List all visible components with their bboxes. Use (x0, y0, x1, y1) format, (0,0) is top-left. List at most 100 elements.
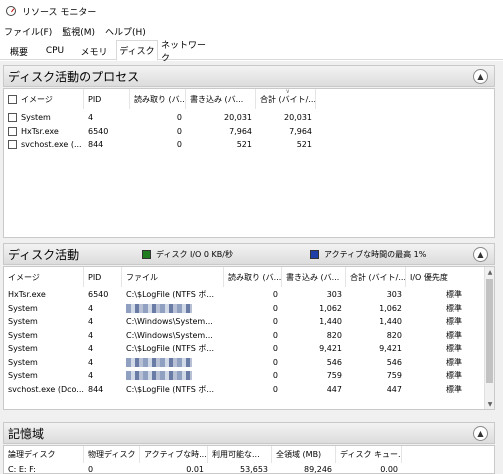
col-total[interactable]: 合計 (バイト/... (346, 267, 406, 287)
scroll-down-icon[interactable]: ▼ (485, 399, 494, 409)
menu-bar: ファイル(F) 監視(M) ヘルプ(H) (0, 22, 503, 40)
process-table-header: イメージ PID 読み取り (バ... 書き込み (バ... ∨ 合計 (バイト… (4, 89, 316, 109)
process-section-header[interactable]: ディスク活動のプロセス ▲ (3, 65, 495, 87)
collapse-icon[interactable]: ▲ (473, 426, 488, 441)
col-read[interactable]: 読み取り (バ... (224, 267, 282, 287)
active-time-legend: アクティブな時間の最高 1% (310, 249, 426, 260)
file-path: C:\$LogFile (NTFS ボ... (126, 290, 214, 300)
file-path-masked (122, 357, 224, 367)
tab-network[interactable]: ネットワーク (160, 41, 212, 64)
masked-path-blur (126, 303, 192, 313)
disk-io-legend: ディスク I/O 0 KB/秒 (142, 249, 233, 260)
tab-bar: 概要 CPU メモリ ディスク ネットワーク (0, 40, 503, 64)
table-row[interactable]: System 4 0 1,062 1,062 標準 (4, 302, 486, 316)
read-value: 0 (176, 126, 182, 136)
storage-section-header[interactable]: 記憶域 ▲ (3, 422, 495, 444)
table-row[interactable]: HxTsr.exe 6540 C:\$LogFile (NTFS ボ... 0 … (4, 288, 486, 302)
table-row[interactable]: svchost.exe (... 844 0 521 521 (4, 138, 316, 152)
col-write[interactable]: 書き込み (バ... (186, 89, 256, 109)
tab-disk[interactable]: ディスク (116, 40, 158, 61)
table-row[interactable]: System 4 0 20,031 20,031 (4, 111, 316, 125)
table-row[interactable]: System 4 C:\$LogFile (NTFS ボ... 0 9,421 … (4, 342, 486, 356)
table-row[interactable]: System 4 C:\Windows\System... 0 1,440 1,… (4, 315, 486, 329)
file-path: C:\Windows\System... (126, 330, 213, 340)
table-row[interactable]: System 4 0 759 759 標準 (4, 369, 486, 383)
io-priority-value: 標準 (446, 357, 462, 367)
col-read[interactable]: 読み取り (バ... (130, 89, 186, 109)
table-row[interactable]: svchost.exe (Dco... 844 C:\$LogFile (NTF… (4, 383, 486, 397)
total-value: 820 (386, 330, 402, 340)
select-all-checkbox[interactable] (8, 94, 17, 104)
col-write[interactable]: 書き込み (バ... (282, 267, 346, 287)
col-file[interactable]: ファイル (122, 267, 224, 287)
tab-overview[interactable]: 概要 (2, 42, 36, 60)
scroll-up-icon[interactable]: ▲ (485, 267, 494, 277)
pid-value: 844 (88, 384, 104, 394)
image-name: HxTsr.exe (8, 290, 46, 300)
table-row[interactable]: System 4 C:\Windows\System... 0 820 820 … (4, 329, 486, 343)
total-value: 1,440 (379, 317, 402, 327)
row-checkbox[interactable] (8, 140, 17, 150)
row-checkbox[interactable] (8, 113, 17, 123)
image-name: System (8, 357, 38, 367)
image-name: svchost.exe (Dco... (8, 384, 84, 394)
col-image[interactable]: イメージ (4, 267, 84, 287)
menu-monitor[interactable]: 監視(M) (62, 25, 95, 38)
collapse-icon[interactable]: ▲ (473, 69, 488, 84)
table-row[interactable]: HxTsr.exe 6540 0 7,964 7,964 (4, 125, 316, 139)
active-time-swatch (310, 250, 319, 259)
total-space-value: 89,246 (304, 464, 332, 474)
table-row[interactable]: System 4 0 546 546 標準 (4, 356, 486, 370)
activity-scrollbar[interactable]: ▲ ▼ (484, 267, 494, 409)
total-value: 9,421 (379, 344, 402, 354)
image-name: svchost.exe (... (21, 140, 82, 150)
masked-path-blur (126, 371, 192, 381)
activity-table-header: イメージ PID ファイル 読み取り (バ... 書き込み (バ... 合計 (… (4, 267, 486, 287)
menu-file[interactable]: ファイル(F) (4, 25, 52, 38)
total-value: 7,964 (289, 126, 312, 136)
activity-section-header[interactable]: ディスク活動 ディスク I/O 0 KB/秒 アクティブな時間の最高 1% ▲ (3, 243, 495, 265)
col-disk-queue[interactable]: ディスク キュー... (336, 446, 402, 463)
col-io-priority[interactable]: I/O 優先度 (406, 267, 476, 287)
total-value: 546 (386, 357, 402, 367)
write-value: 759 (326, 371, 342, 381)
process-list-panel: イメージ PID 読み取り (バ... 書き込み (バ... ∨ 合計 (バイト… (3, 88, 495, 238)
col-active-time[interactable]: アクティブな時... (140, 446, 208, 463)
activity-section-title: ディスク活動 (8, 247, 80, 262)
col-total[interactable]: ∨ 合計 (バイト/... (256, 89, 316, 109)
col-image[interactable]: イメージ (4, 89, 84, 109)
read-value: 0 (272, 330, 278, 340)
pid-value: 6540 (88, 126, 109, 136)
file-path-masked (122, 371, 224, 381)
pid-value: 4 (88, 303, 94, 313)
pid-value: 4 (88, 371, 94, 381)
disk-activity-panel: イメージ PID ファイル 読み取り (バ... 書き込み (バ... 合計 (… (3, 266, 495, 410)
read-value: 0 (272, 384, 278, 394)
col-total-space[interactable]: 全領域 (MB) (272, 446, 336, 463)
io-priority-value: 標準 (446, 371, 462, 381)
col-pid[interactable]: PID (84, 89, 130, 109)
collapse-icon[interactable]: ▲ (473, 247, 488, 262)
tab-cpu[interactable]: CPU (38, 42, 72, 60)
tab-memory[interactable]: メモリ (74, 42, 114, 60)
pid-value: 4 (88, 330, 94, 340)
col-logical-disk[interactable]: 論理ディスク (4, 446, 84, 463)
table-row[interactable]: C: E: F: 0 0.01 53,653 89,246 0.00 (4, 463, 402, 474)
menu-help[interactable]: ヘルプ(H) (105, 25, 146, 38)
io-priority-value: 標準 (446, 317, 462, 327)
image-name: System (8, 344, 38, 354)
image-name: HxTsr.exe (21, 126, 59, 136)
write-value: 20,031 (224, 113, 252, 123)
write-value: 1,440 (319, 317, 342, 327)
col-pid[interactable]: PID (84, 267, 122, 287)
disk-io-swatch (142, 250, 151, 259)
col-available[interactable]: 利用可能な... (208, 446, 272, 463)
row-checkbox[interactable] (8, 126, 17, 136)
scrollbar-thumb[interactable] (486, 279, 493, 383)
image-name: System (8, 330, 38, 340)
io-priority-value: 標準 (446, 330, 462, 340)
pid-value: 4 (88, 357, 94, 367)
col-physical-disk[interactable]: 物理ディスク (84, 446, 140, 463)
read-value: 0 (272, 303, 278, 313)
read-value: 0 (176, 113, 182, 123)
